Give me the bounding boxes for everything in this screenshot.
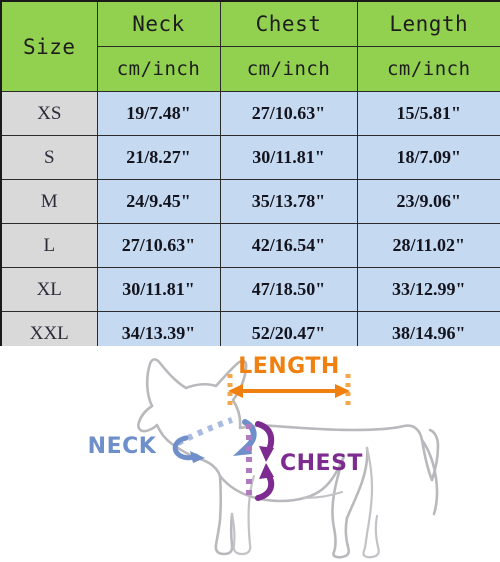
table-row: XS 19/7.48" 27/10.63" 15/5.81" [0,91,500,136]
table-header-row-primary: Size Neck Chest Length [0,0,500,92]
dog-measurement-diagram: LENGTH NECK CHEST [0,346,500,562]
size-chart-table: Size Neck Chest Length cm/inch cm/inch c… [0,0,500,357]
column-header-length: Length [356,0,500,47]
cell-neck: 24/9.45" [96,179,221,224]
cell-chest: 27/10.63" [219,91,358,136]
cell-neck: 19/7.48" [96,91,221,136]
cell-length: 18/7.09" [356,135,500,180]
chest-arrow-head-top [259,446,274,462]
column-header-size: Size [0,0,98,92]
table-row: XL 30/11.81" 47/18.50" 33/12.99" [0,267,500,312]
cell-neck: 27/10.63" [96,223,221,268]
cell-length: 28/11.02" [356,223,500,268]
size-chart-table-container: Size Neck Chest Length cm/inch cm/inch c… [0,0,500,357]
column-unit-chest: cm/inch [219,46,358,92]
cell-size: XS [0,91,98,136]
cell-chest: 30/11.81" [219,135,358,180]
table-row: S 21/8.27" 30/11.81" 18/7.09" [0,135,500,180]
column-header-chest: Chest [219,0,358,47]
length-label: LENGTH [238,354,340,379]
chest-arrow-head-bottom [259,463,274,479]
cell-neck: 30/11.81" [96,267,221,312]
cell-size: M [0,179,98,224]
column-header-neck: Neck [96,0,221,47]
table-row: M 24/9.45" 35/13.78" 23/9.06" [0,179,500,224]
cell-chest: 42/16.54" [219,223,358,268]
cell-neck: 21/8.27" [96,135,221,180]
cell-chest: 47/18.50" [219,267,358,312]
cell-size: XL [0,267,98,312]
table-row: L 27/10.63" 42/16.54" 28/11.02" [0,223,500,268]
length-measure-annotation: LENGTH [227,354,351,408]
neck-label: NECK [88,434,157,459]
cell-size: S [0,135,98,180]
chest-label: CHEST [280,451,363,476]
cell-size: L [0,223,98,268]
cell-chest: 35/13.78" [219,179,358,224]
cell-length: 15/5.81" [356,91,500,136]
column-unit-length: cm/inch [356,46,500,92]
column-unit-neck: cm/inch [96,46,221,92]
chest-measure-annotation: CHEST [246,421,363,501]
cell-length: 23/9.06" [356,179,500,224]
cell-length: 33/12.99" [356,267,500,312]
